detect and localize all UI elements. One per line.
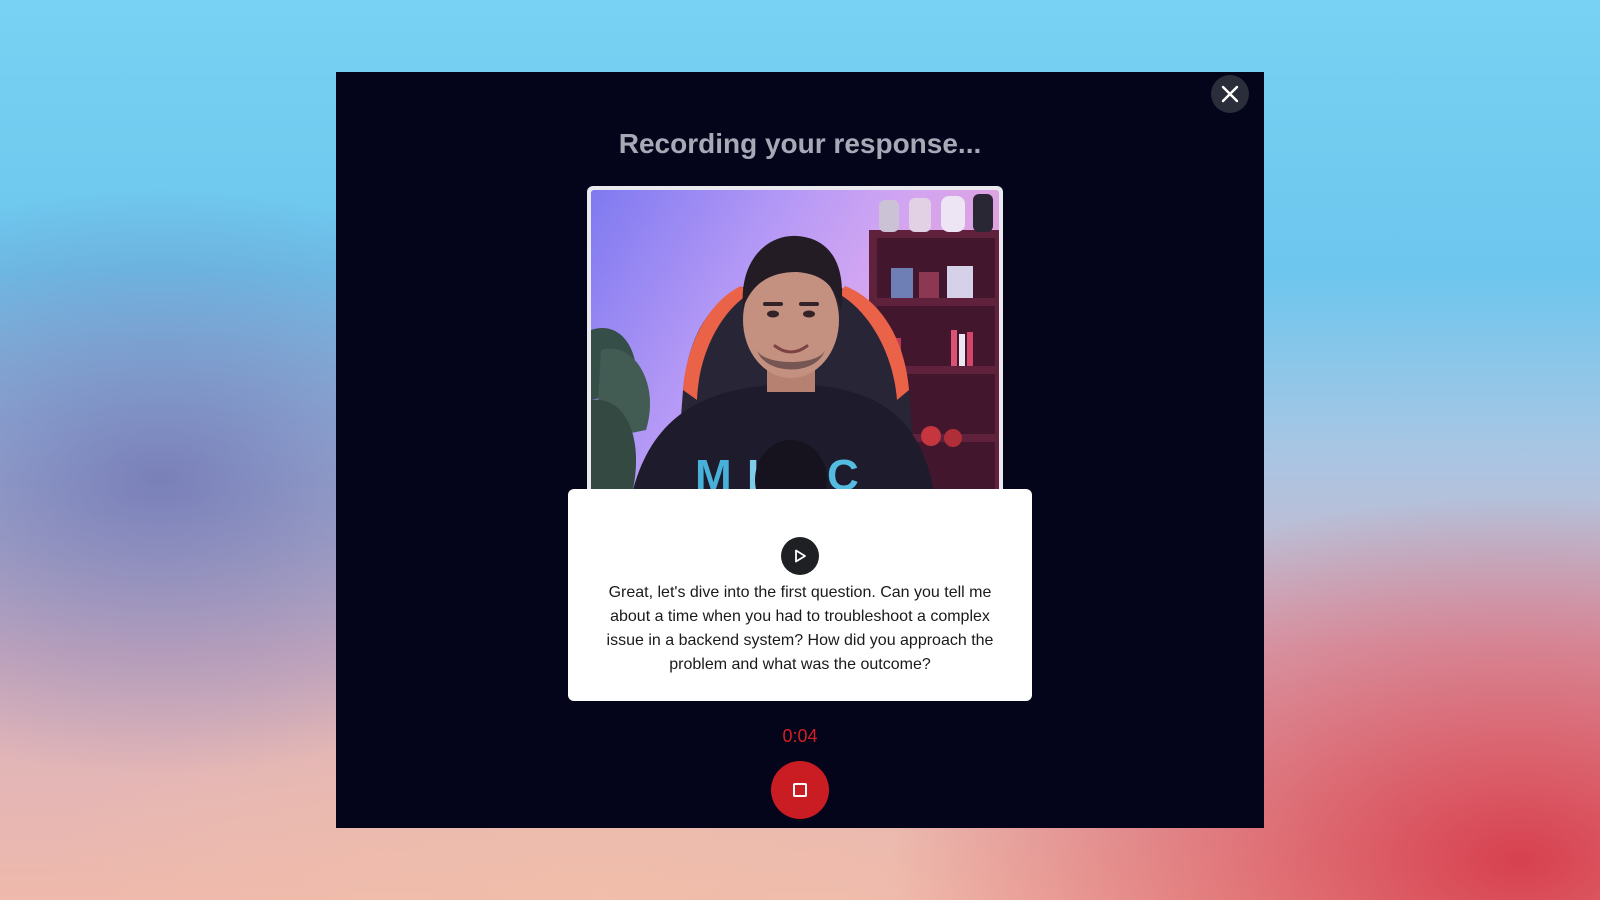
interviewer-video: M I C [591,190,999,498]
recording-title: Recording your response... [618,128,982,159]
interviewer-video-image: M I C [591,190,999,498]
interviewer-video-frame: M I C [587,186,1003,502]
play-icon [795,549,806,563]
recording-timer: 0:04 [782,726,818,746]
question-text: Great, let's dive into the first questio… [606,584,994,673]
stop-recording-button[interactable] [771,761,829,819]
close-button[interactable] [1211,75,1249,113]
close-icon [1221,85,1239,103]
stop-icon [793,783,807,797]
recording-modal: Recording your response... M I C Great, … [336,72,1264,828]
question-card: Great, let's dive into the first questio… [568,489,1032,701]
play-question-button[interactable] [781,537,819,575]
